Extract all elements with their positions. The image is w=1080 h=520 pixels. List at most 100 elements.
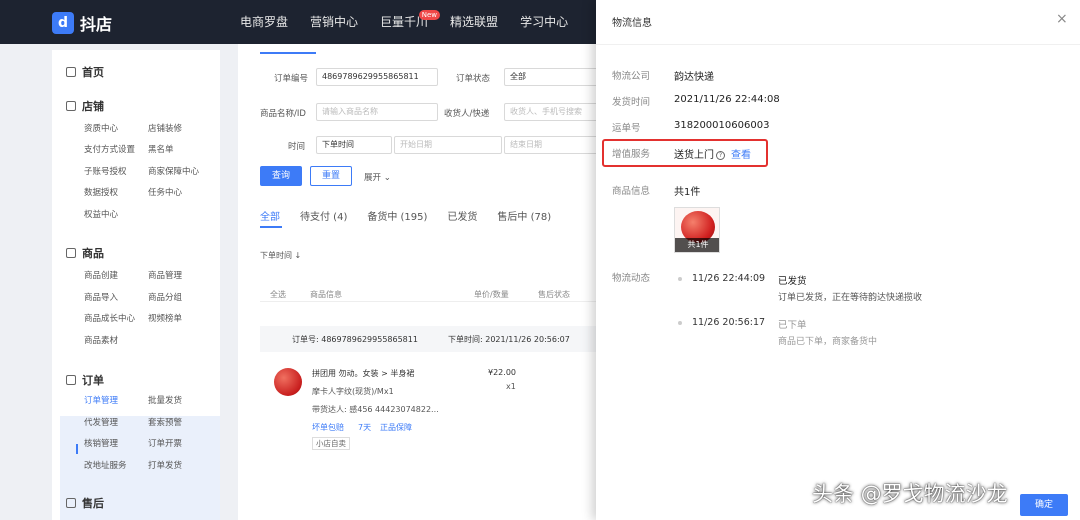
time-end-input[interactable]: 结束日期	[504, 136, 598, 154]
order-number: 订单号: 4869789629955865811	[292, 335, 418, 344]
ship-time-label: 发货时间	[612, 97, 651, 108]
sidebar-item[interactable]: 代发管理	[84, 416, 118, 428]
seven-day-link[interactable]: 7天	[358, 422, 371, 433]
sidebar-item-home[interactable]: 首页	[66, 64, 104, 80]
column-price-qty: 单价/数量	[474, 290, 509, 299]
sidebar-item[interactable]: 核销管理	[84, 437, 118, 449]
sidebar-group-orders[interactable]: 订单	[66, 372, 104, 388]
thumbnail-count-badge: 共1件	[675, 238, 719, 252]
nav-item-qianchuan[interactable]: 巨量千川 New	[380, 0, 441, 44]
sidebar-item[interactable]: 商品导入	[84, 291, 118, 303]
sidebar-item[interactable]: 数据授权	[84, 186, 118, 198]
confirm-button[interactable]: 确定	[1020, 494, 1068, 516]
sidebar-item[interactable]: 商家保障中心	[148, 165, 199, 177]
new-badge: New	[418, 10, 441, 20]
tracking-desc: 商品已下单，商家备货中	[778, 337, 878, 347]
query-button[interactable]: 查询	[260, 166, 302, 186]
column-aftersale: 售后状态	[538, 290, 570, 299]
order-no-label: 订单编号	[274, 74, 309, 84]
order-status-label: 订单状态	[456, 74, 491, 84]
sidebar-item[interactable]: 商品创建	[84, 269, 118, 281]
goods-icon	[66, 248, 76, 258]
sidebar-item[interactable]: 店铺装修	[148, 122, 182, 134]
sidebar-active-indicator	[76, 444, 78, 454]
tab-all[interactable]: 全部	[260, 208, 280, 223]
nav-item-marketing[interactable]: 营销中心	[310, 0, 358, 44]
home-icon	[66, 67, 76, 77]
sidebar-group-aftersale[interactable]: 售后	[66, 495, 104, 511]
brand-logo[interactable]: d 抖店	[52, 11, 112, 35]
guarantee-link[interactable]: 坏单包赔	[312, 422, 344, 433]
logistics-drawer: 物流信息 × 物流公司 韵达快递 发货时间 2021/11/26 22:44:0…	[596, 0, 1080, 520]
goods-info-label: 商品信息	[612, 186, 651, 197]
sidebar-item[interactable]: 改地址服务	[84, 459, 127, 471]
nav-item-learning[interactable]: 学习中心	[520, 0, 568, 44]
sidebar-item-order-management[interactable]: 订单管理	[84, 394, 118, 406]
tracking-label: 物流动态	[612, 273, 651, 284]
sidebar-item[interactable]: 商品管理	[148, 269, 182, 281]
sidebar-item[interactable]: 批量发货	[148, 394, 182, 406]
sidebar-item[interactable]: 支付方式设置	[84, 143, 135, 155]
sidebar-item[interactable]: 商品素材	[84, 334, 118, 346]
tab-aftersale[interactable]: 售后中 (78)	[497, 208, 551, 223]
sidebar-item[interactable]: 商品分组	[148, 291, 182, 303]
view-service-link[interactable]: 查看	[731, 150, 751, 161]
help-icon[interactable]: ?	[716, 151, 725, 160]
nav-item-alliance[interactable]: 精选联盟	[450, 0, 498, 44]
tracking-status: 已下单	[778, 320, 807, 331]
product-spec: 摩卡人字纹(现货)/Mx1	[312, 387, 394, 396]
waybill-value: 318200010606003	[674, 120, 770, 131]
order-no-input[interactable]: 4869789629955865811	[316, 68, 438, 86]
product-qty: x1	[506, 382, 516, 391]
sidebar-item[interactable]: 商品成长中心	[84, 312, 135, 324]
sidebar-item[interactable]: 订单开票	[148, 437, 182, 449]
sidebar-group-goods[interactable]: 商品	[66, 245, 104, 261]
goods-count: 共1件	[674, 187, 701, 198]
sidebar-group-shop[interactable]: 店铺	[66, 98, 104, 114]
receiver-input[interactable]: 收货人、手机号搜索	[504, 103, 598, 121]
tab-preparing[interactable]: 备货中 (195)	[367, 208, 427, 223]
sidebar-item[interactable]: 子账号授权	[84, 165, 127, 177]
carrier-value: 韵达快递	[674, 72, 714, 83]
brand-name: 抖店	[80, 15, 113, 34]
sidebar-item[interactable]: 任务中心	[148, 186, 182, 198]
carrier-label: 物流公司	[612, 71, 651, 82]
sidebar-item[interactable]: 权益中心	[84, 208, 118, 220]
tab-shipped[interactable]: 已发货	[447, 208, 477, 223]
nav-item-compass[interactable]: 电商罗盘	[240, 0, 288, 44]
product-title[interactable]: 拼团用 勿动。女装 > 半身裙	[312, 368, 414, 379]
sidebar-item[interactable]: 打单发货	[148, 459, 182, 471]
aftersale-icon	[66, 498, 76, 508]
expand-toggle[interactable]: 展开 ⌄	[364, 171, 391, 183]
receiver-label: 收货人/快递	[444, 109, 490, 119]
tab-pending-payment[interactable]: 待支付 (4)	[300, 208, 347, 223]
close-icon[interactable]: ×	[1056, 12, 1068, 26]
shop-icon	[66, 101, 76, 111]
waybill-label: 运单号	[612, 123, 641, 134]
timeline-dot	[678, 277, 682, 281]
authentic-link[interactable]: 正品保障	[380, 422, 412, 433]
select-all-checkbox[interactable]: 全选	[270, 289, 286, 300]
goods-input[interactable]: 请输入商品名称	[316, 103, 438, 121]
sidebar-item[interactable]: 黑名单	[148, 143, 174, 155]
tab-active-underline	[260, 226, 282, 228]
goods-thumbnail[interactable]: 共1件	[674, 207, 720, 253]
sidebar-item[interactable]: 套索预警	[148, 416, 182, 428]
sidebar-item[interactable]: 视频榜单	[148, 312, 182, 324]
order-status-select[interactable]: 全部	[504, 68, 598, 86]
product-extra: 带货达人: 感456 44423074822...	[312, 405, 439, 414]
sidebar-item[interactable]: 资质中心	[84, 122, 118, 134]
time-type-select[interactable]: 下单时间	[316, 136, 392, 154]
main-nav: 电商罗盘 营销中心 巨量千川 New 精选联盟 学习中心	[240, 0, 590, 44]
watermark: 头条 @罗戈物流沙龙	[812, 482, 1008, 506]
value-added-label: 增值服务	[612, 149, 651, 160]
time-label: 时间	[288, 142, 306, 152]
tracking-status: 已发货	[778, 276, 807, 287]
divider	[596, 44, 1080, 45]
tracking-time: 11/26 20:56:17	[692, 317, 766, 328]
reset-button[interactable]: 重置	[310, 166, 352, 186]
product-price: ¥22.00	[488, 368, 516, 377]
sort-by-order-time[interactable]: 下单时间 ↓	[260, 250, 301, 261]
product-thumbnail[interactable]	[274, 368, 302, 396]
time-start-input[interactable]: 开始日期	[394, 136, 502, 154]
